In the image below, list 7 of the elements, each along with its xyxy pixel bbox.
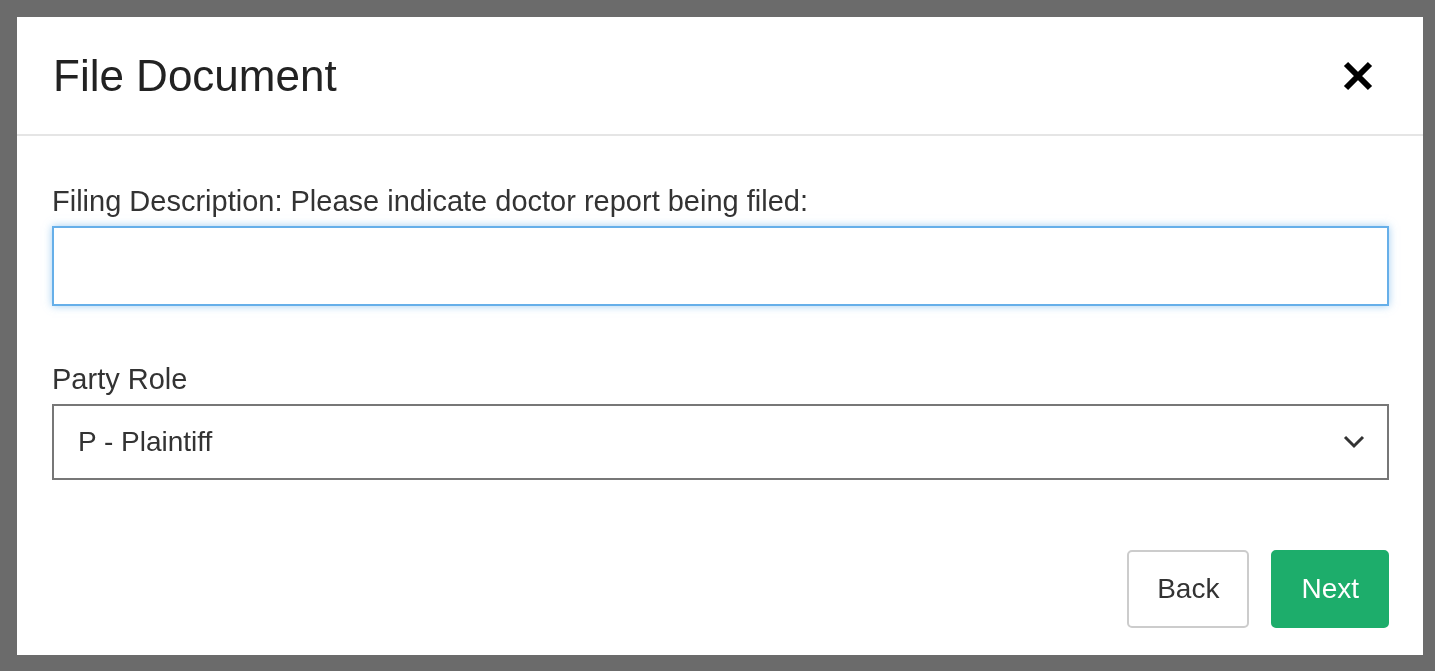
back-button[interactable]: Back [1127, 550, 1250, 628]
select-field[interactable]: P - Plaintiff [52, 404, 1389, 480]
chevron-down-icon [1343, 435, 1365, 449]
input-field[interactable] [52, 226, 1389, 306]
dialog-title: File Document [53, 50, 337, 101]
field-label: Filing Description: Please indicate doctor report being filed: [52, 184, 809, 218]
field-label: Party Role [52, 362, 189, 396]
